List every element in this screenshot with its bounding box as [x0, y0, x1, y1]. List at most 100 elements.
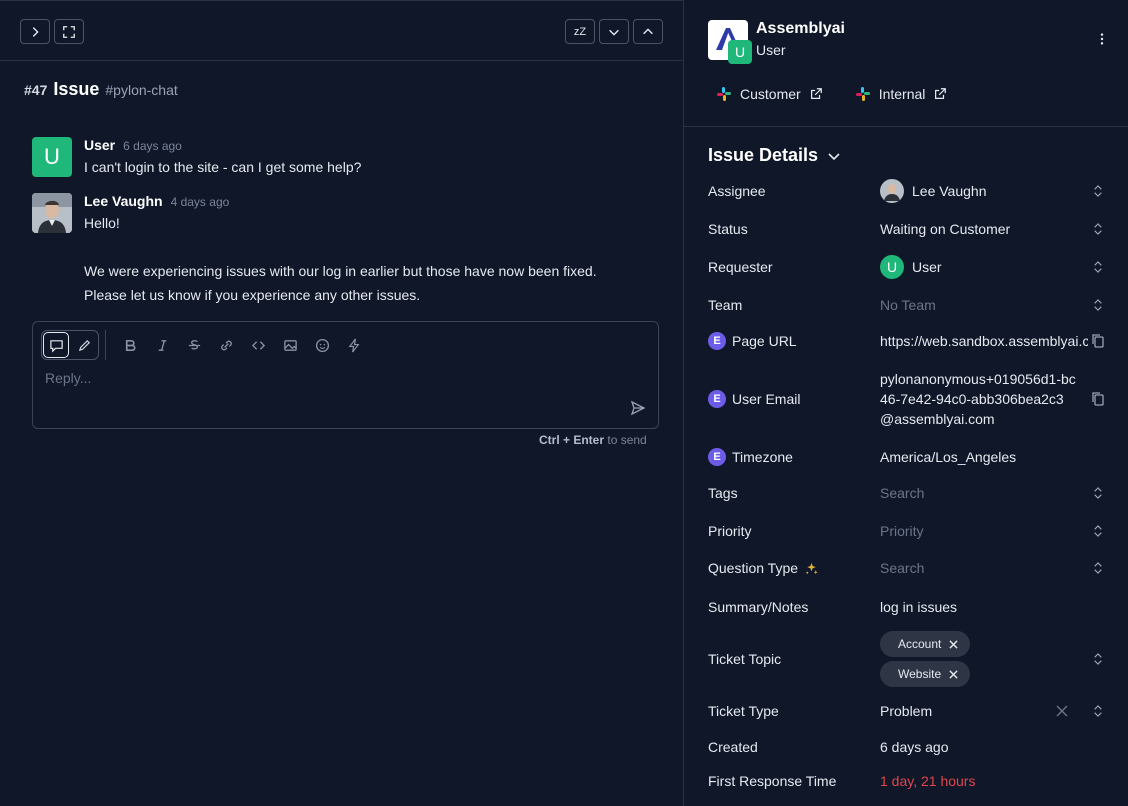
account-subtitle: User: [756, 42, 786, 58]
avatar[interactable]: [32, 193, 72, 233]
chevron-updown-icon[interactable]: [1088, 184, 1108, 198]
field-label: Summary/Notes: [708, 599, 809, 615]
field-requester[interactable]: Requester U User: [708, 255, 1108, 279]
reply-input[interactable]: Reply...: [45, 370, 91, 386]
field-label: E User Email: [708, 390, 880, 408]
summary-value[interactable]: log in issues: [880, 599, 1088, 615]
priority-select[interactable]: Priority: [880, 523, 1088, 539]
field-timezone: E Timezone America/Los_Angeles: [708, 447, 1108, 467]
clear-button[interactable]: [1052, 705, 1072, 717]
chevron-updown-icon[interactable]: [1088, 260, 1108, 274]
more-options-button[interactable]: [1100, 32, 1104, 49]
field-ticket-type[interactable]: Ticket Type Problem: [708, 701, 1108, 721]
team-value[interactable]: No Team: [880, 297, 1088, 313]
internal-note-button[interactable]: [70, 331, 98, 359]
issue-title-text: Issue: [53, 79, 100, 99]
chat-bubble-icon: [49, 339, 63, 353]
message-timestamp: 6 days ago: [123, 139, 182, 153]
issue-details-toggle[interactable]: Issue Details: [708, 145, 842, 166]
field-question-type[interactable]: Question Type Search: [708, 558, 1108, 578]
external-source-badge-icon: E: [708, 448, 726, 466]
message-item: U User 6 days ago I can't login to the s…: [32, 137, 361, 179]
chevron-down-icon: [828, 152, 840, 160]
field-label: E Timezone: [708, 448, 880, 466]
status-value[interactable]: Waiting on Customer: [880, 221, 1088, 237]
chevron-updown-icon[interactable]: [1088, 222, 1108, 236]
field-tags[interactable]: Tags Search: [708, 483, 1108, 503]
field-team[interactable]: Team No Team: [708, 295, 1108, 315]
issue-channel[interactable]: #pylon-chat: [105, 82, 177, 98]
chevron-updown-icon[interactable]: [1088, 486, 1108, 500]
first-response-value: 1 day, 21 hours: [880, 773, 976, 789]
message-author[interactable]: Lee Vaughn: [84, 193, 163, 209]
italic-button[interactable]: [146, 330, 178, 360]
avatar[interactable]: U: [32, 137, 72, 177]
external-source-badge-icon: E: [708, 390, 726, 408]
message-author[interactable]: User: [84, 137, 115, 153]
remove-chip-icon[interactable]: [949, 669, 958, 679]
copy-button[interactable]: [1088, 333, 1108, 349]
chevron-updown-icon[interactable]: [1088, 524, 1108, 538]
image-icon: [283, 339, 297, 351]
reply-composer[interactable]: Reply...: [32, 321, 659, 429]
tags-input[interactable]: Search: [880, 485, 1088, 501]
strikethrough-button[interactable]: [178, 330, 210, 360]
customer-channel-link[interactable]: Customer: [716, 86, 823, 102]
remove-chip-icon[interactable]: [949, 639, 958, 649]
requester-value[interactable]: U User: [880, 255, 1088, 279]
reply-mode-button[interactable]: [43, 332, 69, 358]
previous-issue-button[interactable]: [633, 19, 663, 44]
ticket-topic-chips: Account Website: [880, 631, 1088, 687]
code-button[interactable]: [242, 330, 274, 360]
chevron-updown-icon[interactable]: [1088, 298, 1108, 312]
snooze-button[interactable]: zZ: [565, 19, 595, 44]
field-status[interactable]: Status Waiting on Customer: [708, 219, 1108, 239]
copy-button[interactable]: [1088, 391, 1108, 407]
lightning-icon: [348, 338, 359, 352]
send-hint: Ctrl + Enter to send: [539, 433, 647, 447]
chevron-updown-icon[interactable]: [1088, 704, 1108, 718]
chevron-updown-icon[interactable]: [1088, 561, 1108, 575]
section-title: Issue Details: [708, 145, 819, 165]
conversation-pane: zZ #47 Issue #pylon-chat U User 6 days a…: [0, 0, 683, 806]
copy-icon: [1092, 334, 1104, 348]
image-button[interactable]: [274, 330, 306, 360]
conversation-toolbar: zZ: [0, 1, 683, 61]
copy-icon: [1092, 392, 1104, 406]
account-logo[interactable]: U: [708, 20, 752, 64]
internal-channel-link[interactable]: Internal: [855, 86, 948, 102]
fullscreen-button[interactable]: [54, 19, 84, 44]
chevron-right-icon: [32, 26, 39, 37]
question-type-input[interactable]: Search: [880, 560, 1088, 576]
composer-toolbar: [41, 330, 370, 360]
expand-sidebar-button[interactable]: [20, 19, 50, 44]
page-url-value[interactable]: https://web.sandbox.assemblyai.com: [880, 333, 1088, 349]
account-name[interactable]: Assemblyai: [756, 20, 845, 38]
field-summary[interactable]: Summary/Notes log in issues: [708, 597, 1108, 617]
field-label: Priority: [708, 523, 752, 539]
bold-button[interactable]: [114, 330, 146, 360]
assignee-value[interactable]: Lee Vaughn: [880, 179, 1088, 203]
user-email-value[interactable]: pylonanonymous+019056d1-bc46-7e42-94c0-a…: [880, 369, 1088, 429]
chevron-down-icon: [609, 29, 619, 36]
field-first-response: First Response Time 1 day, 21 hours: [708, 771, 1108, 791]
snooze-icon: zZ: [573, 25, 587, 38]
emoji-button[interactable]: [306, 330, 338, 360]
link-button[interactable]: [210, 330, 242, 360]
channel-links: Customer Internal: [716, 86, 947, 102]
message-text: We were experiencing issues with our log…: [84, 263, 597, 279]
field-priority[interactable]: Priority Priority: [708, 521, 1108, 541]
send-button[interactable]: [630, 400, 646, 419]
next-issue-button[interactable]: [599, 19, 629, 44]
message-item: Lee Vaughn 4 days ago Hello! We were exp…: [32, 193, 597, 307]
macros-button[interactable]: [338, 330, 370, 360]
topic-chip: Website: [880, 661, 971, 687]
chevron-updown-icon[interactable]: [1088, 652, 1108, 666]
bold-icon: [125, 339, 136, 351]
avatar: U: [880, 255, 904, 279]
ticket-type-value[interactable]: Problem: [880, 703, 1052, 719]
field-assignee[interactable]: Assignee Lee Vaughn: [708, 179, 1108, 203]
field-ticket-topic[interactable]: Ticket Topic Account Website: [708, 630, 1108, 688]
user-badge: U: [728, 40, 752, 64]
field-label: E Page URL: [708, 332, 880, 350]
